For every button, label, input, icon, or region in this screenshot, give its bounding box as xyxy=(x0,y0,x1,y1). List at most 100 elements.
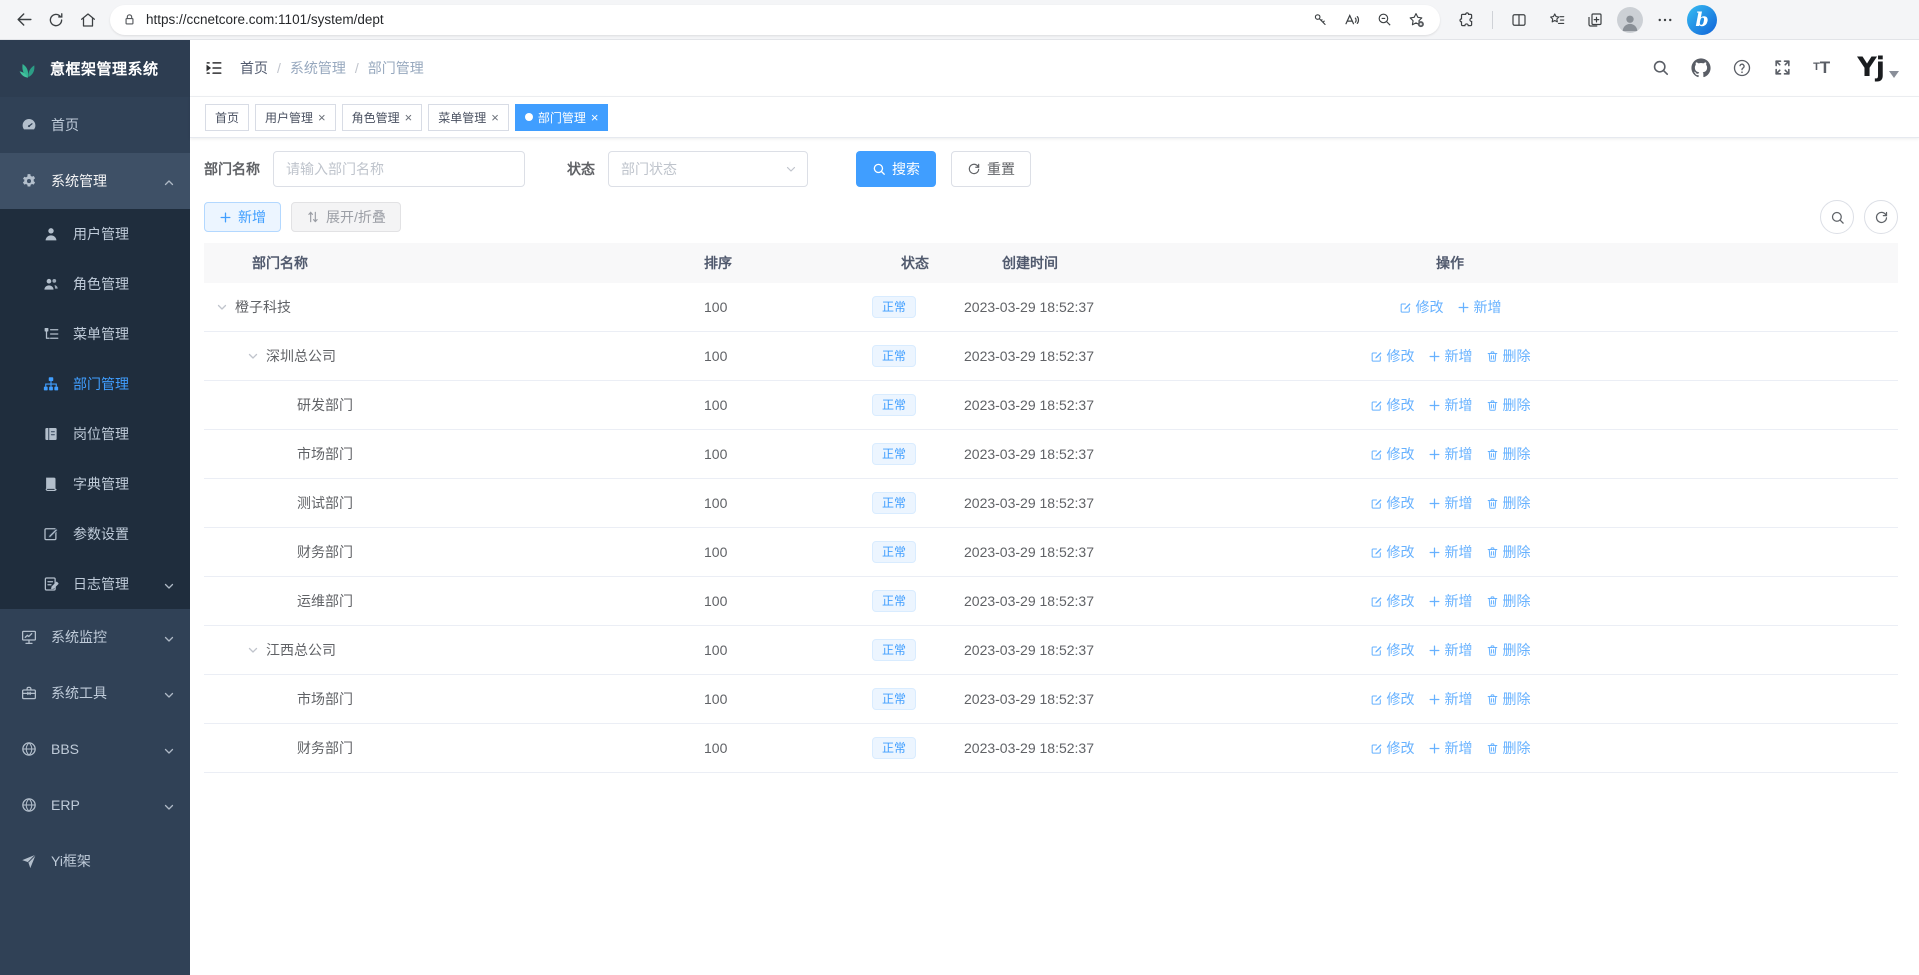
address-bar[interactable]: https://ccnetcore.com:1101/system/dept xyxy=(110,5,1440,35)
sidebar-item-1-5[interactable]: 字典管理 xyxy=(0,459,190,509)
status-cell: 正常 xyxy=(870,590,960,612)
edit-row-link[interactable]: 修改 xyxy=(1370,444,1415,464)
add-icon xyxy=(1428,595,1441,608)
delete-row-link[interactable]: 删除 xyxy=(1486,395,1531,415)
font-size-icon[interactable]: TT xyxy=(1813,59,1830,76)
delete-row-link[interactable]: 删除 xyxy=(1486,738,1531,758)
sidebar-item-1-0[interactable]: 用户管理 xyxy=(0,209,190,259)
sidebar-item-1-4[interactable]: 岗位管理 xyxy=(0,409,190,459)
browser-menu-icon[interactable] xyxy=(1649,5,1681,35)
user-menu[interactable]: Yj xyxy=(1857,56,1899,80)
add-child-link[interactable]: 新增 xyxy=(1428,395,1473,415)
browser-home-button[interactable] xyxy=(72,5,104,35)
add-child-link[interactable]: 新增 xyxy=(1428,738,1473,758)
delete-row-link[interactable]: 删除 xyxy=(1486,493,1531,513)
sidebar-item-6[interactable]: Yi框架 xyxy=(0,833,190,889)
sidebar-item-3[interactable]: 系统工具 xyxy=(0,665,190,721)
sidebar-item-label: 角色管理 xyxy=(73,274,129,294)
bing-chat-icon[interactable]: b xyxy=(1687,5,1717,35)
show-search-toggle-button[interactable] xyxy=(1820,200,1854,234)
browser-profile-avatar[interactable] xyxy=(1617,7,1643,33)
breadcrumb-item-1: 系统管理 xyxy=(290,58,346,78)
add-child-link[interactable]: 新增 xyxy=(1428,542,1473,562)
favorites-bar-icon[interactable] xyxy=(1541,5,1573,35)
op-label: 删除 xyxy=(1503,591,1531,611)
sidebar-item-5[interactable]: ERP xyxy=(0,777,190,833)
add-icon xyxy=(1428,742,1441,755)
refresh-table-button[interactable] xyxy=(1864,200,1898,234)
edit-row-link[interactable]: 修改 xyxy=(1370,591,1415,611)
sidebar-item-1-2[interactable]: 菜单管理 xyxy=(0,309,190,359)
expand-row-icon[interactable] xyxy=(216,301,228,313)
op-label: 删除 xyxy=(1503,689,1531,709)
tab-0[interactable]: 首页 xyxy=(205,104,249,131)
add-child-link[interactable]: 新增 xyxy=(1428,493,1473,513)
tab-3[interactable]: 菜单管理× xyxy=(428,104,509,131)
browser-refresh-button[interactable] xyxy=(40,5,72,35)
delete-row-link[interactable]: 删除 xyxy=(1486,591,1531,611)
dept-name-cell: 研发部门 xyxy=(204,395,700,415)
edit-row-link[interactable]: 修改 xyxy=(1370,542,1415,562)
add-child-link[interactable]: 新增 xyxy=(1428,689,1473,709)
sidebar-item-1[interactable]: 系统管理 xyxy=(0,153,190,209)
expand-row-icon[interactable] xyxy=(247,644,259,656)
edit-row-link[interactable]: 修改 xyxy=(1399,297,1444,317)
expand-collapse-button[interactable]: 展开/折叠 xyxy=(291,202,401,232)
sidebar-item-2[interactable]: 系统监控 xyxy=(0,609,190,665)
chevron-down-icon xyxy=(163,801,175,813)
reset-button[interactable]: 重置 xyxy=(951,151,1031,187)
delete-row-link[interactable]: 删除 xyxy=(1486,444,1531,464)
close-tab-icon[interactable]: × xyxy=(591,111,599,124)
edit-row-link[interactable]: 修改 xyxy=(1370,493,1415,513)
github-icon[interactable] xyxy=(1691,58,1711,78)
ops-cell: 修改新增删除 xyxy=(1300,640,1600,660)
delete-row-link[interactable]: 删除 xyxy=(1486,346,1531,366)
sidebar-item-1-6[interactable]: 参数设置 xyxy=(0,509,190,559)
zoom-out-icon[interactable] xyxy=(1370,5,1398,35)
status-select[interactable]: 部门状态 xyxy=(608,151,808,187)
read-aloud-icon[interactable] xyxy=(1338,5,1366,35)
password-key-icon[interactable] xyxy=(1306,5,1334,35)
header-search-icon[interactable] xyxy=(1651,58,1670,77)
fullscreen-icon[interactable] xyxy=(1773,58,1792,77)
tab-4[interactable]: 部门管理× xyxy=(515,104,609,131)
sidebar-item-4[interactable]: BBS xyxy=(0,721,190,777)
search-button[interactable]: 搜索 xyxy=(856,151,936,187)
breadcrumb-item-0[interactable]: 首页 xyxy=(240,58,268,78)
delete-row-link[interactable]: 删除 xyxy=(1486,640,1531,660)
add-child-link[interactable]: 新增 xyxy=(1428,346,1473,366)
close-tab-icon[interactable]: × xyxy=(491,111,499,124)
edit-row-link[interactable]: 修改 xyxy=(1370,640,1415,660)
add-child-link[interactable]: 新增 xyxy=(1428,640,1473,660)
sidebar-item-1-3[interactable]: 部门管理 xyxy=(0,359,190,409)
edit-row-link[interactable]: 修改 xyxy=(1370,738,1415,758)
edit-row-link[interactable]: 修改 xyxy=(1370,346,1415,366)
tab-1[interactable]: 用户管理× xyxy=(255,104,336,131)
delete-row-link[interactable]: 删除 xyxy=(1486,542,1531,562)
add-dept-button[interactable]: 新增 xyxy=(204,202,281,232)
close-tab-icon[interactable]: × xyxy=(318,111,326,124)
collections-icon[interactable] xyxy=(1579,5,1611,35)
status-cell: 正常 xyxy=(870,639,960,661)
tab-2[interactable]: 角色管理× xyxy=(342,104,423,131)
add-child-link[interactable]: 新增 xyxy=(1457,297,1502,317)
dept-name-input[interactable] xyxy=(273,151,525,187)
browser-back-button[interactable] xyxy=(8,5,40,35)
sidebar-item-1-1[interactable]: 角色管理 xyxy=(0,259,190,309)
table-row: 市场部门100正常2023-03-29 18:52:37修改新增删除 xyxy=(204,675,1898,724)
sidebar-item-0[interactable]: 首页 xyxy=(0,97,190,153)
extensions-icon[interactable] xyxy=(1450,5,1482,35)
delete-row-link[interactable]: 删除 xyxy=(1486,689,1531,709)
edit-row-link[interactable]: 修改 xyxy=(1370,689,1415,709)
breadcrumb: 首页/系统管理/部门管理 xyxy=(240,58,424,78)
edit-row-link[interactable]: 修改 xyxy=(1370,395,1415,415)
add-child-link[interactable]: 新增 xyxy=(1428,444,1473,464)
close-tab-icon[interactable]: × xyxy=(405,111,413,124)
sidebar-item-1-7[interactable]: 日志管理 xyxy=(0,559,190,609)
sidebar-collapse-icon[interactable] xyxy=(204,58,224,78)
favorite-add-icon[interactable] xyxy=(1402,5,1430,35)
help-icon[interactable] xyxy=(1732,58,1752,78)
split-screen-icon[interactable] xyxy=(1503,5,1535,35)
expand-row-icon[interactable] xyxy=(247,350,259,362)
add-child-link[interactable]: 新增 xyxy=(1428,591,1473,611)
